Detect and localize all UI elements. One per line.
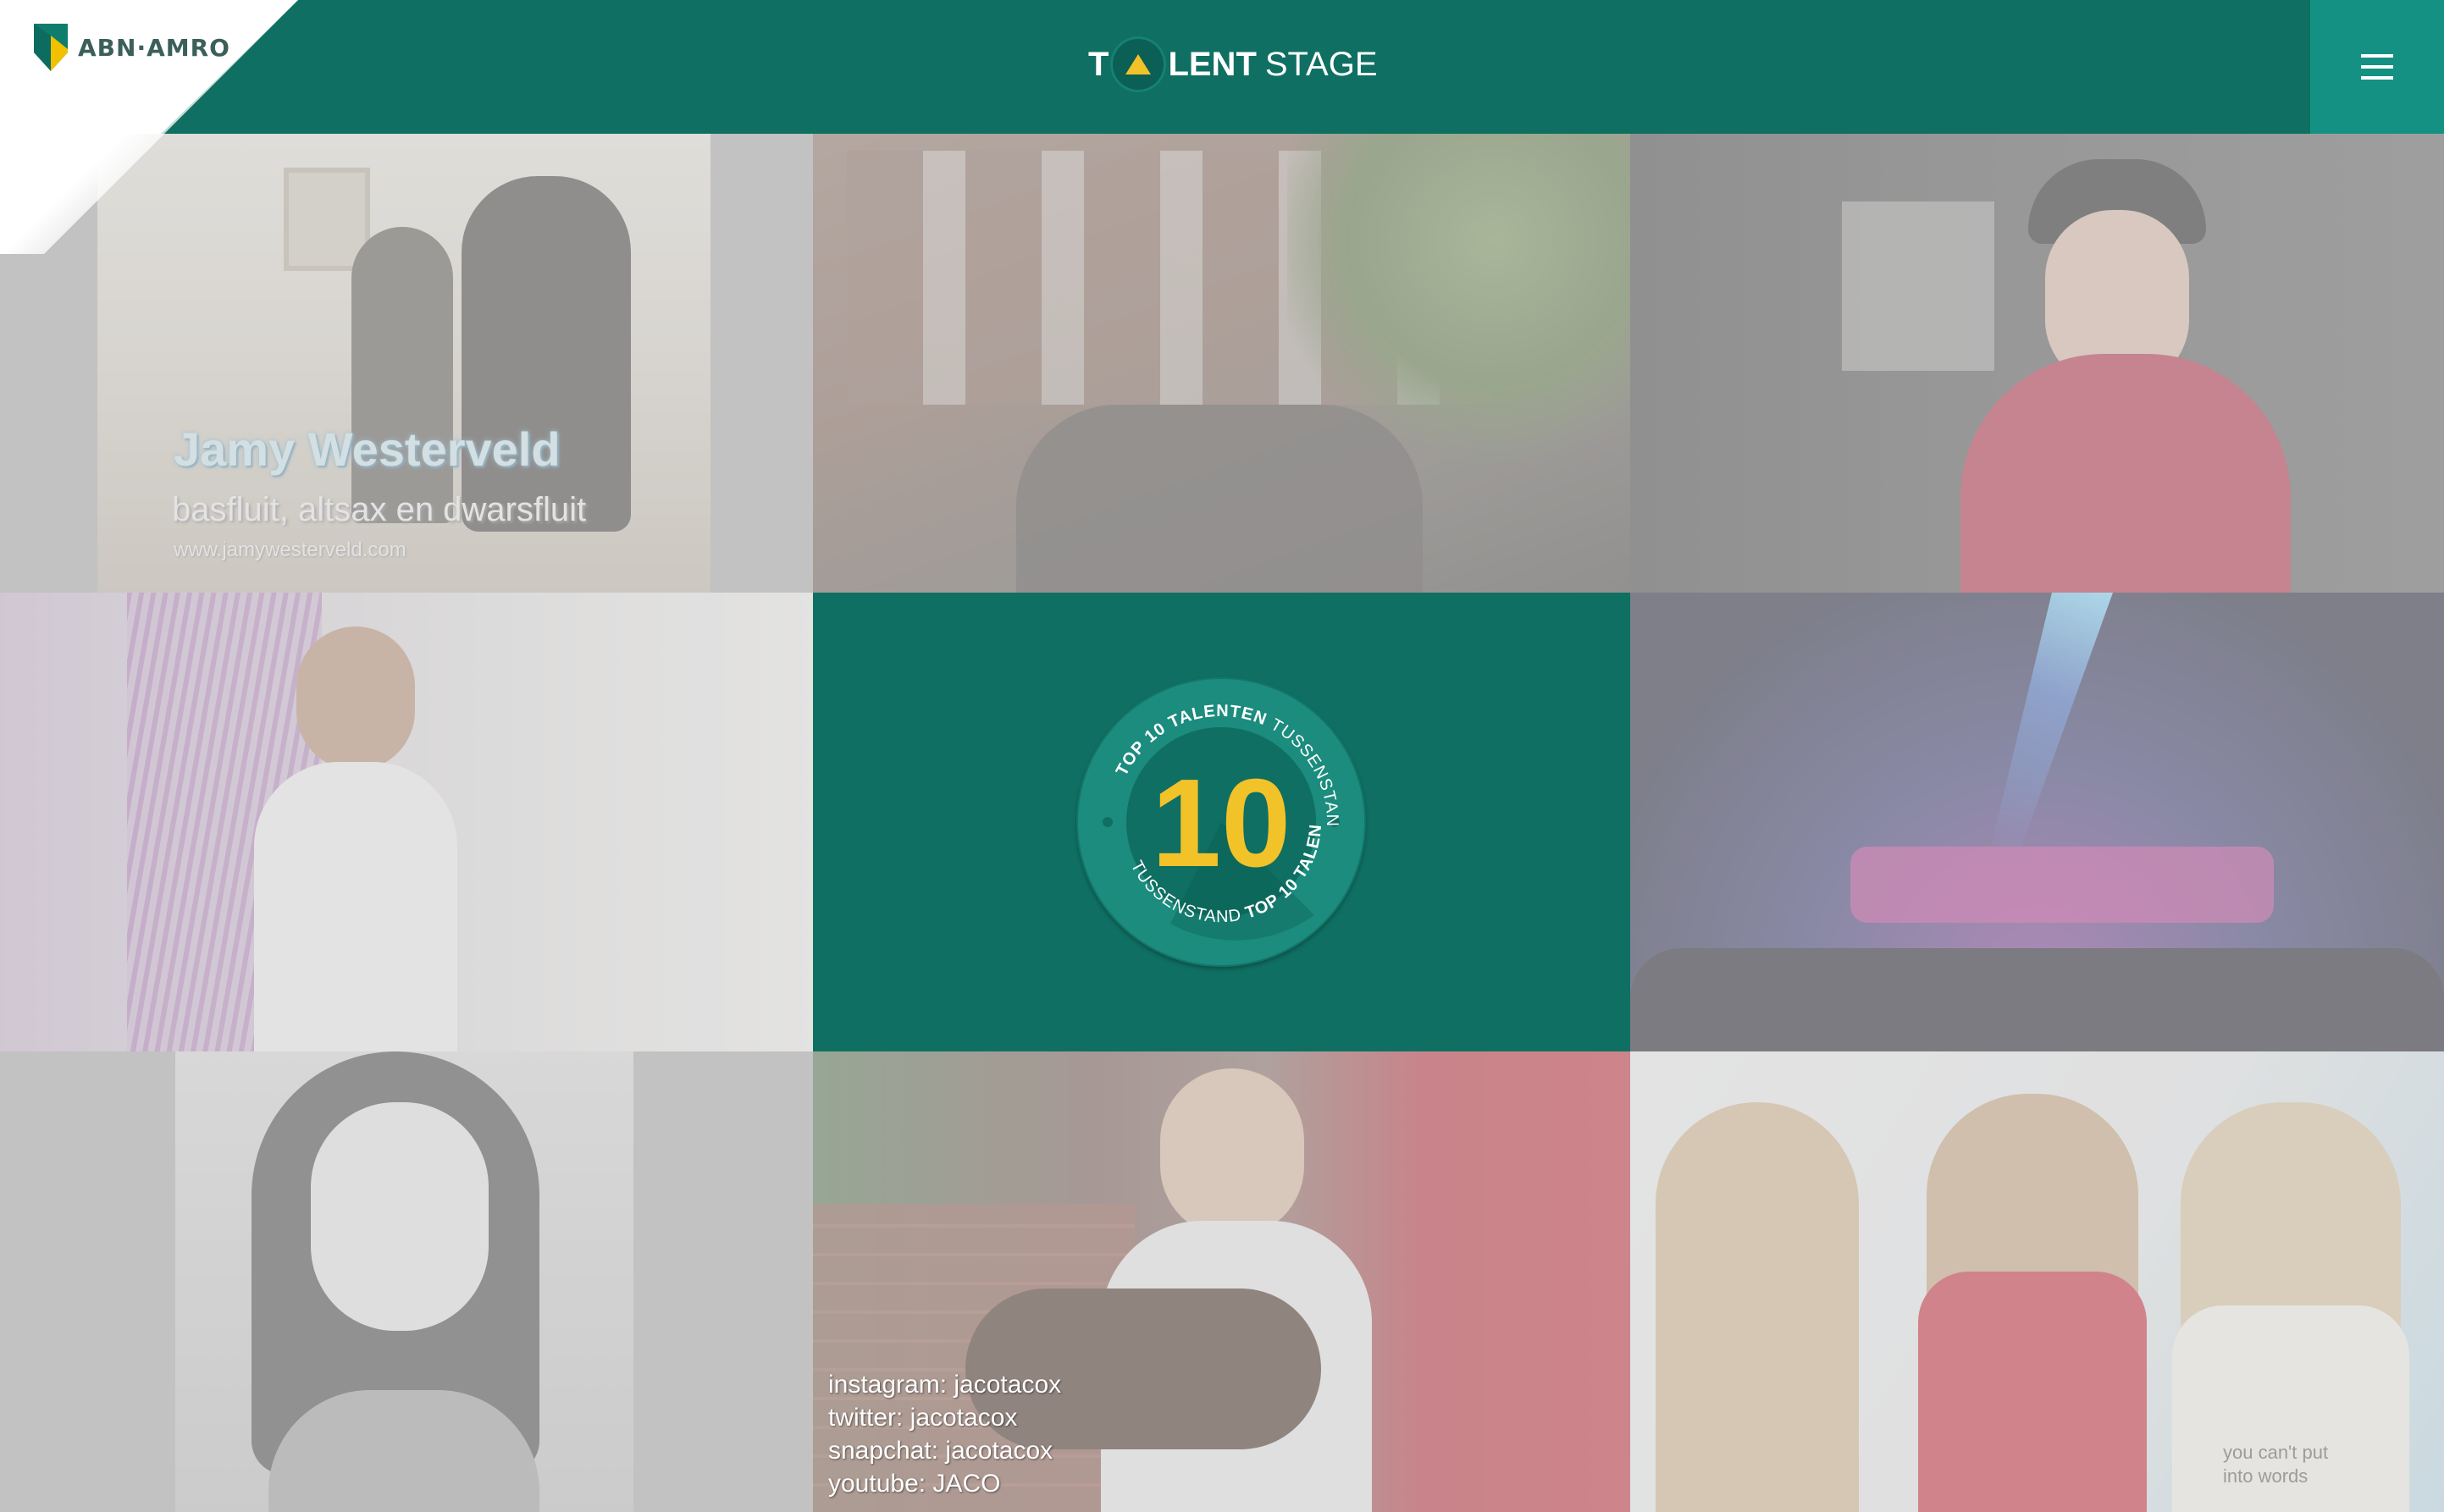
talent-instruments-caption: basfluit, altsax en dwarsfluit <box>172 491 587 528</box>
performer-figure <box>462 176 631 532</box>
top10-seal-icon: TOP 10 TALENTEN TUSSENSTAND TUSSENSTAND … <box>1069 670 1366 967</box>
shirt-text-line2: into words <box>2223 1465 2309 1487</box>
singer-face <box>311 1102 489 1331</box>
hamburger-menu-icon <box>2361 54 2393 80</box>
youtube-handle: youtube: JACO <box>828 1470 1001 1498</box>
top10-badge-tile[interactable]: TOP 10 TALENTEN TUSSENSTAND TUSSENSTAND … <box>813 593 1630 1051</box>
logo-letter-t: T <box>1088 45 1109 83</box>
snapchat-handle: snapchat: jacotacox <box>828 1437 1053 1465</box>
site-header: ABN·AMRO T LENT STAGE <box>0 0 2444 254</box>
singer-jacket <box>1960 354 2291 593</box>
wall-frame <box>1842 201 1994 371</box>
talent-tile-singer-portrait[interactable] <box>0 1051 813 1512</box>
singer-top <box>254 762 457 1051</box>
logo-word-stage: STAGE <box>1264 45 1378 83</box>
abn-amro-logo[interactable]: ABN·AMRO <box>34 24 230 71</box>
social-links-caption: instagram: jacotacox twitter: jacotacox … <box>828 1368 1061 1500</box>
instagram-handle: instagram: jacotacox <box>828 1371 1062 1399</box>
shirt-text: you can't put into words <box>2223 1441 2328 1488</box>
musician-figure <box>351 227 453 523</box>
talent-tile-singer-cap[interactable] <box>1630 134 2444 593</box>
abn-amro-shield-icon <box>34 24 68 71</box>
performers-figures <box>1016 405 1423 593</box>
stage-lights <box>1850 847 2274 923</box>
talent-tile-jamy-westerveld[interactable]: Jamy Westerveld basfluit, altsax en dwar… <box>0 134 813 593</box>
twitter-handle: twitter: jacotacox <box>828 1404 1018 1432</box>
talent-tile-street-performance[interactable] <box>813 134 1630 593</box>
red-shirt <box>1918 1272 2147 1512</box>
video-thumbnail <box>175 1051 633 1512</box>
talent-tile-concert-stage[interactable] <box>1630 593 2444 1051</box>
talent-tile-girl-trio[interactable]: you can't put into words <box>1630 1051 2444 1512</box>
singer-head <box>296 626 415 770</box>
badge-number: 10 <box>1152 753 1291 893</box>
talent-tile-singer-bedroom[interactable] <box>0 593 813 1051</box>
talent-stage-logo[interactable]: T LENT STAGE <box>1088 32 1378 97</box>
shirt-text-line1: you can't put <box>2223 1442 2329 1463</box>
performer-head <box>1160 1068 1304 1238</box>
singer-left <box>1656 1102 1859 1512</box>
menu-button[interactable] <box>2310 0 2444 134</box>
abn-amro-wordmark: ABN·AMRO <box>78 33 230 62</box>
talent-website-caption: www.jamywesterveld.com <box>174 538 406 561</box>
logo-word-lent: LENT <box>1168 45 1257 83</box>
talent-tile-jaco-guitar[interactable]: instagram: jacotacox twitter: jacotacox … <box>813 1051 1630 1512</box>
audience-silhouettes <box>1630 948 2444 1051</box>
logo-triangle-icon <box>1110 36 1167 92</box>
talent-name-caption: Jamy Westerveld <box>174 422 561 476</box>
